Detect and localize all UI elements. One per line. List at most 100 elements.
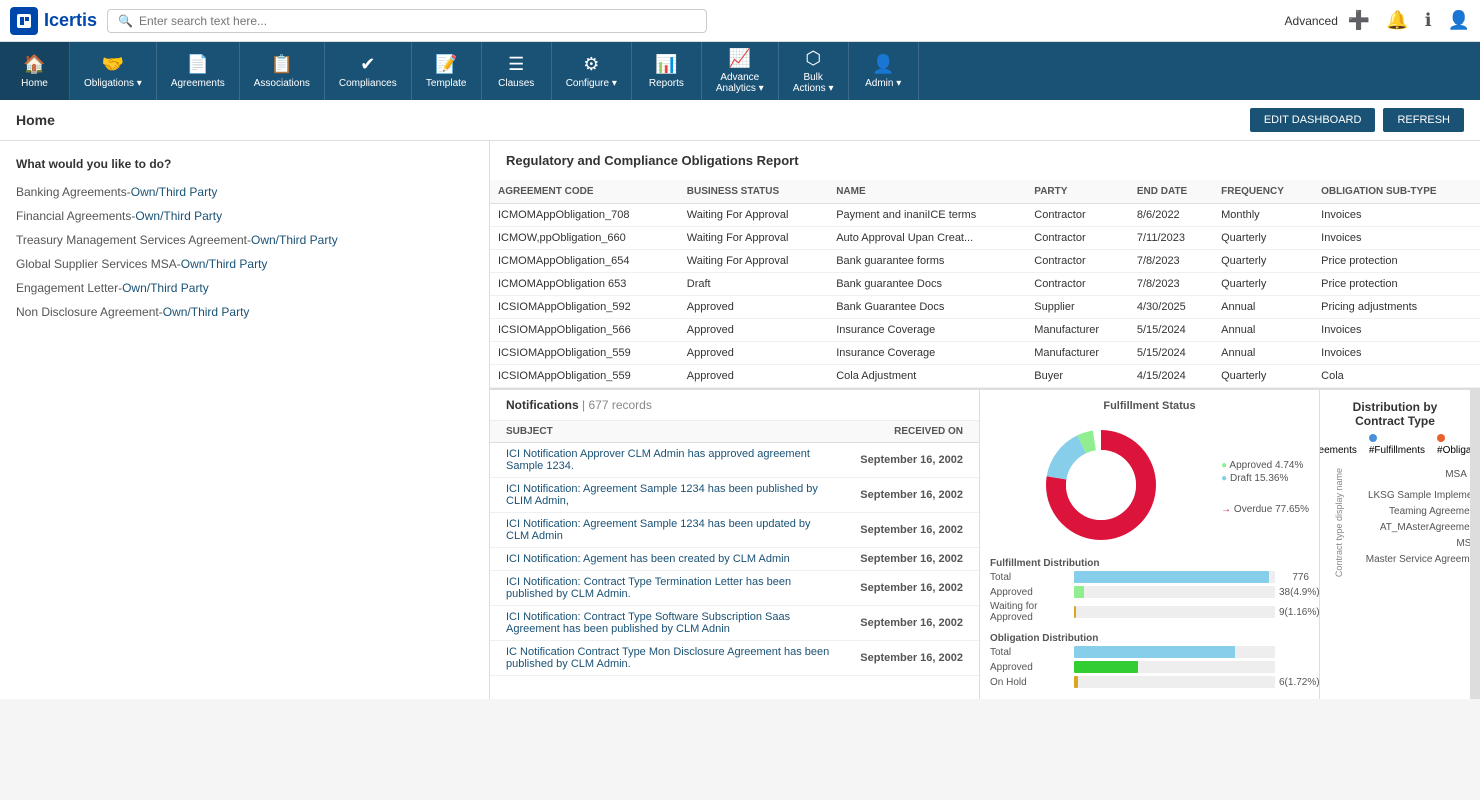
- configure-nav-icon: ⚙: [583, 54, 599, 75]
- cell-party: Manufacturer: [1026, 319, 1129, 342]
- donut-legend: ● Approved 4.74% ● Draft 15.36% → Overdu…: [1221, 460, 1309, 517]
- logo-icon: [10, 7, 38, 35]
- obligations-nav-icon: 🤝: [102, 54, 124, 75]
- table-row[interactable]: ICSIOMAppObligation_566 Approved Insuran…: [490, 319, 1480, 342]
- bell-icon[interactable]: 🔔: [1386, 10, 1408, 31]
- cell-end-date: 7/8/2023: [1129, 273, 1213, 296]
- list-item[interactable]: ICI Notification Approver CLM Admin has …: [490, 443, 979, 478]
- obligation-total-bar: Total: [990, 646, 1309, 658]
- cell-end-date: 7/8/2023: [1129, 250, 1213, 273]
- navbar: 🏠 Home 🤝 Obligations ▾ 📄 Agreements 📋 As…: [0, 42, 1480, 100]
- obligation-dist-title: Obligation Distribution: [990, 633, 1309, 644]
- home-nav-icon: 🏠: [23, 54, 45, 75]
- nav-item-home[interactable]: 🏠 Home: [0, 42, 70, 100]
- nav-item-obligations[interactable]: 🤝 Obligations ▾: [70, 42, 157, 100]
- scrollbar[interactable]: [1470, 390, 1480, 699]
- notification-text[interactable]: ICI Notification: Contract Type Software…: [506, 611, 833, 635]
- financial-agreements-link[interactable]: Own/Third Party: [135, 209, 222, 223]
- cell-frequency: Quarterly: [1213, 365, 1313, 388]
- logo-text: Icertis: [44, 10, 97, 31]
- list-item[interactable]: ICI Notification: Agement has been creat…: [490, 548, 979, 571]
- col-frequency: FREQUENCY: [1213, 180, 1313, 204]
- advanced-button[interactable]: Advanced: [1285, 14, 1338, 28]
- notification-date: September 16, 2002: [833, 652, 963, 664]
- nav-item-agreements[interactable]: 📄 Agreements: [157, 42, 240, 100]
- notification-text[interactable]: ICI Notification: Agreement Sample 1234 …: [506, 483, 833, 507]
- notification-text[interactable]: ICI Notification: Agement has been creat…: [506, 553, 833, 565]
- dist-bar-master-service: Master Service Agreem... 16: [1348, 554, 1470, 565]
- cell-agreement-code: ICMOMAppObligation 653: [490, 273, 679, 296]
- nav-item-associations[interactable]: 📋 Associations: [240, 42, 325, 100]
- logo[interactable]: Icertis: [10, 7, 97, 35]
- table-row[interactable]: ICMOMAppObligation_708 Waiting For Appro…: [490, 204, 1480, 227]
- nav-item-configure[interactable]: ⚙ Configure ▾: [552, 42, 632, 100]
- notification-text[interactable]: IC Notification Contract Type Mon Disclo…: [506, 646, 833, 670]
- dist-bar-msa: MSA 20: [1348, 538, 1470, 549]
- table-row[interactable]: ICMOMAppObligation 653 Draft Bank guaran…: [490, 273, 1480, 296]
- cell-name: Payment and inaniICE terms: [828, 204, 1026, 227]
- engagement-letter-link[interactable]: Own/Third Party: [122, 281, 209, 295]
- banking-agreements-link[interactable]: Own/Third Party: [131, 185, 218, 199]
- treasury-link[interactable]: Own/Third Party: [251, 233, 338, 247]
- user-icon[interactable]: 👤: [1448, 10, 1470, 31]
- global-supplier-link[interactable]: Own/Third Party: [181, 257, 268, 271]
- dist-bar-teaming: Teaming Agreement 26: [1348, 506, 1470, 517]
- nda-link[interactable]: Own/Third Party: [163, 305, 250, 319]
- associations-nav-icon: 📋: [271, 54, 293, 75]
- table-row[interactable]: ICSIOMAppObligation_559 Approved Cola Ad…: [490, 365, 1480, 388]
- nav-item-clauses[interactable]: ☰ Clauses: [482, 42, 552, 100]
- admin-nav-icon: 👤: [872, 54, 894, 75]
- distribution-legend: #Agreements #Fulfillments #Obligations: [1330, 434, 1460, 456]
- list-item[interactable]: ICI Notification: Agreement Sample 1234 …: [490, 513, 979, 548]
- cell-frequency: Annual: [1213, 342, 1313, 365]
- refresh-button[interactable]: REFRESH: [1383, 108, 1464, 132]
- nav-item-template[interactable]: 📝 Template: [412, 42, 482, 100]
- list-item[interactable]: IC Notification Contract Type Mon Disclo…: [490, 641, 979, 676]
- cell-agreement-code: ICSIOMAppObligation_559: [490, 342, 679, 365]
- cell-name: Insurance Coverage: [828, 342, 1026, 365]
- nav-item-analytics[interactable]: 📈 AdvanceAnalytics ▾: [702, 42, 779, 100]
- cell-name: Auto Approval Upan Creat...: [828, 227, 1026, 250]
- notification-text[interactable]: ICI Notification Approver CLM Admin has …: [506, 448, 833, 472]
- distribution-axis: 0 500: [1348, 570, 1470, 580]
- list-item[interactable]: ICI Notification: Agreement Sample 1234 …: [490, 478, 979, 513]
- distribution-bars-area: Contract type display name MSA IT 766: [1330, 464, 1460, 581]
- list-item: Treasury Management Services Agreement-O…: [16, 233, 473, 247]
- table-row[interactable]: ICMOMAppObligation_654 Waiting For Appro…: [490, 250, 1480, 273]
- cell-frequency: Annual: [1213, 296, 1313, 319]
- notifications-title: Notifications: [506, 398, 579, 412]
- cell-business-status: Approved: [679, 342, 828, 365]
- analytics-nav-icon: 📈: [729, 48, 751, 69]
- info-icon[interactable]: ℹ: [1425, 10, 1432, 31]
- cell-end-date: 4/30/2025: [1129, 296, 1213, 319]
- notification-text[interactable]: ICI Notification: Agreement Sample 1234 …: [506, 518, 833, 542]
- nav-item-admin[interactable]: 👤 Admin ▾: [849, 42, 919, 100]
- notification-text[interactable]: ICI Notification: Contract Type Terminat…: [506, 576, 833, 600]
- col-obligation-sub-type: OBLIGATION SUB-TYPE: [1313, 180, 1480, 204]
- cell-party: Contractor: [1026, 204, 1129, 227]
- notifications-list: ICI Notification Approver CLM Admin has …: [490, 443, 979, 699]
- search-input[interactable]: [139, 14, 696, 28]
- cell-party: Manufacturer: [1026, 342, 1129, 365]
- edit-dashboard-button[interactable]: EDIT DASHBOARD: [1250, 108, 1376, 132]
- obligation-distribution: Obligation Distribution Total Approved: [990, 633, 1309, 688]
- fulfillment-chart: Fulfillment Status: [980, 390, 1320, 699]
- table-row[interactable]: ICMOW,ppObligation_660 Waiting For Appro…: [490, 227, 1480, 250]
- nav-item-reports[interactable]: 📊 Reports: [632, 42, 702, 100]
- nav-item-bulk-actions[interactable]: ⬡ BulkActions ▾: [779, 42, 849, 100]
- topbar-icons: ➕ 🔔 ℹ 👤: [1348, 10, 1470, 31]
- cell-end-date: 5/15/2024: [1129, 342, 1213, 365]
- table-row[interactable]: ICSIOMAppObligation_559 Approved Insuran…: [490, 342, 1480, 365]
- list-item[interactable]: ICI Notification: Contract Type Terminat…: [490, 571, 979, 606]
- list-item[interactable]: ICI Notification: Contract Type Software…: [490, 606, 979, 641]
- distribution-title: Distribution by Contract Type: [1330, 400, 1460, 428]
- report-title: Regulatory and Compliance Obligations Re…: [490, 141, 1480, 180]
- table-row[interactable]: ICSIOMAppObligation_592 Approved Bank Gu…: [490, 296, 1480, 319]
- add-icon[interactable]: ➕: [1348, 10, 1370, 31]
- list-item: Banking Agreements-Own/Third Party: [16, 185, 473, 199]
- search-bar[interactable]: 🔍: [107, 9, 707, 33]
- reports-nav-icon: 📊: [655, 54, 677, 75]
- notifications-header: Notifications | 677 records: [490, 390, 979, 421]
- nav-item-compliances[interactable]: ✔ Compliances: [325, 42, 412, 100]
- list-item: Engagement Letter-Own/Third Party: [16, 281, 473, 295]
